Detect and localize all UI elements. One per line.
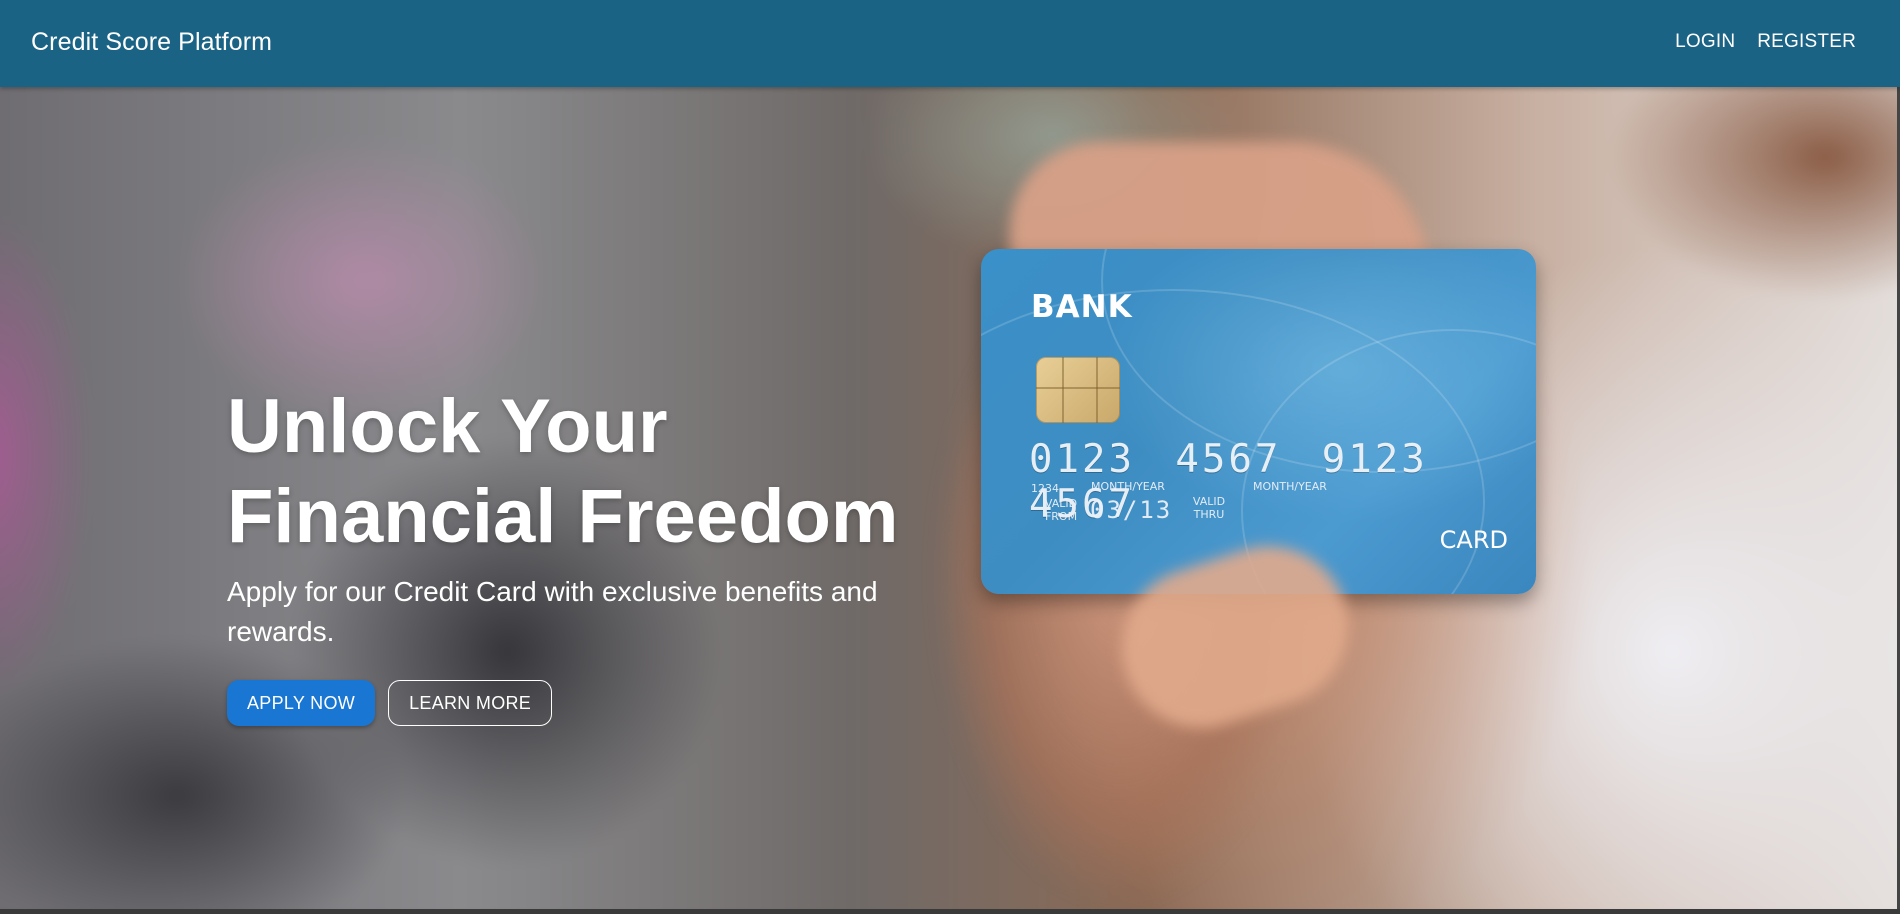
card-expiry: 03/13 <box>1090 496 1173 524</box>
bottom-edge <box>0 909 1900 914</box>
card-chip-icon <box>1036 357 1120 423</box>
apply-now-button[interactable]: APPLY NOW <box>227 680 376 726</box>
credit-card-image: BANK 0123 4567 9123 4567 1234 MONTH/YEAR… <box>981 249 1536 594</box>
card-bank-label: BANK <box>1031 289 1133 325</box>
hero-actions: APPLY NOW LEARN MORE <box>227 680 987 726</box>
login-link[interactable]: LOGIN <box>1675 31 1735 53</box>
hero-content: Unlock Your Financial Freedom Apply for … <box>227 382 987 726</box>
brand-title[interactable]: Credit Score Platform <box>31 28 272 57</box>
card-month-year-label: MONTH/YEAR <box>1253 480 1327 493</box>
card-small-number: 1234 <box>1031 482 1059 495</box>
headline-line-1: Unlock Your <box>227 384 668 469</box>
card-valid-thru-label: VALID THRU <box>1192 495 1226 521</box>
learn-more-button[interactable]: LEARN MORE <box>388 680 553 726</box>
card-month-year-label: MONTH/YEAR <box>1091 480 1165 493</box>
card-valid-from-label: VALID FROM <box>1044 497 1078 523</box>
top-navbar: Credit Score Platform LOGIN REGISTER <box>0 0 1900 87</box>
hero-subtext: Apply for our Credit Card with exclusive… <box>227 576 878 647</box>
nav-links: LOGIN REGISTER <box>1675 31 1856 53</box>
register-link[interactable]: REGISTER <box>1757 31 1856 53</box>
headline-line-2: Financial Freedom <box>227 474 899 559</box>
hero-section: BANK 0123 4567 9123 4567 1234 MONTH/YEAR… <box>0 87 1900 909</box>
hero-headline: Unlock Your Financial Freedom <box>227 382 987 562</box>
card-type-label: CARD <box>1439 526 1508 554</box>
